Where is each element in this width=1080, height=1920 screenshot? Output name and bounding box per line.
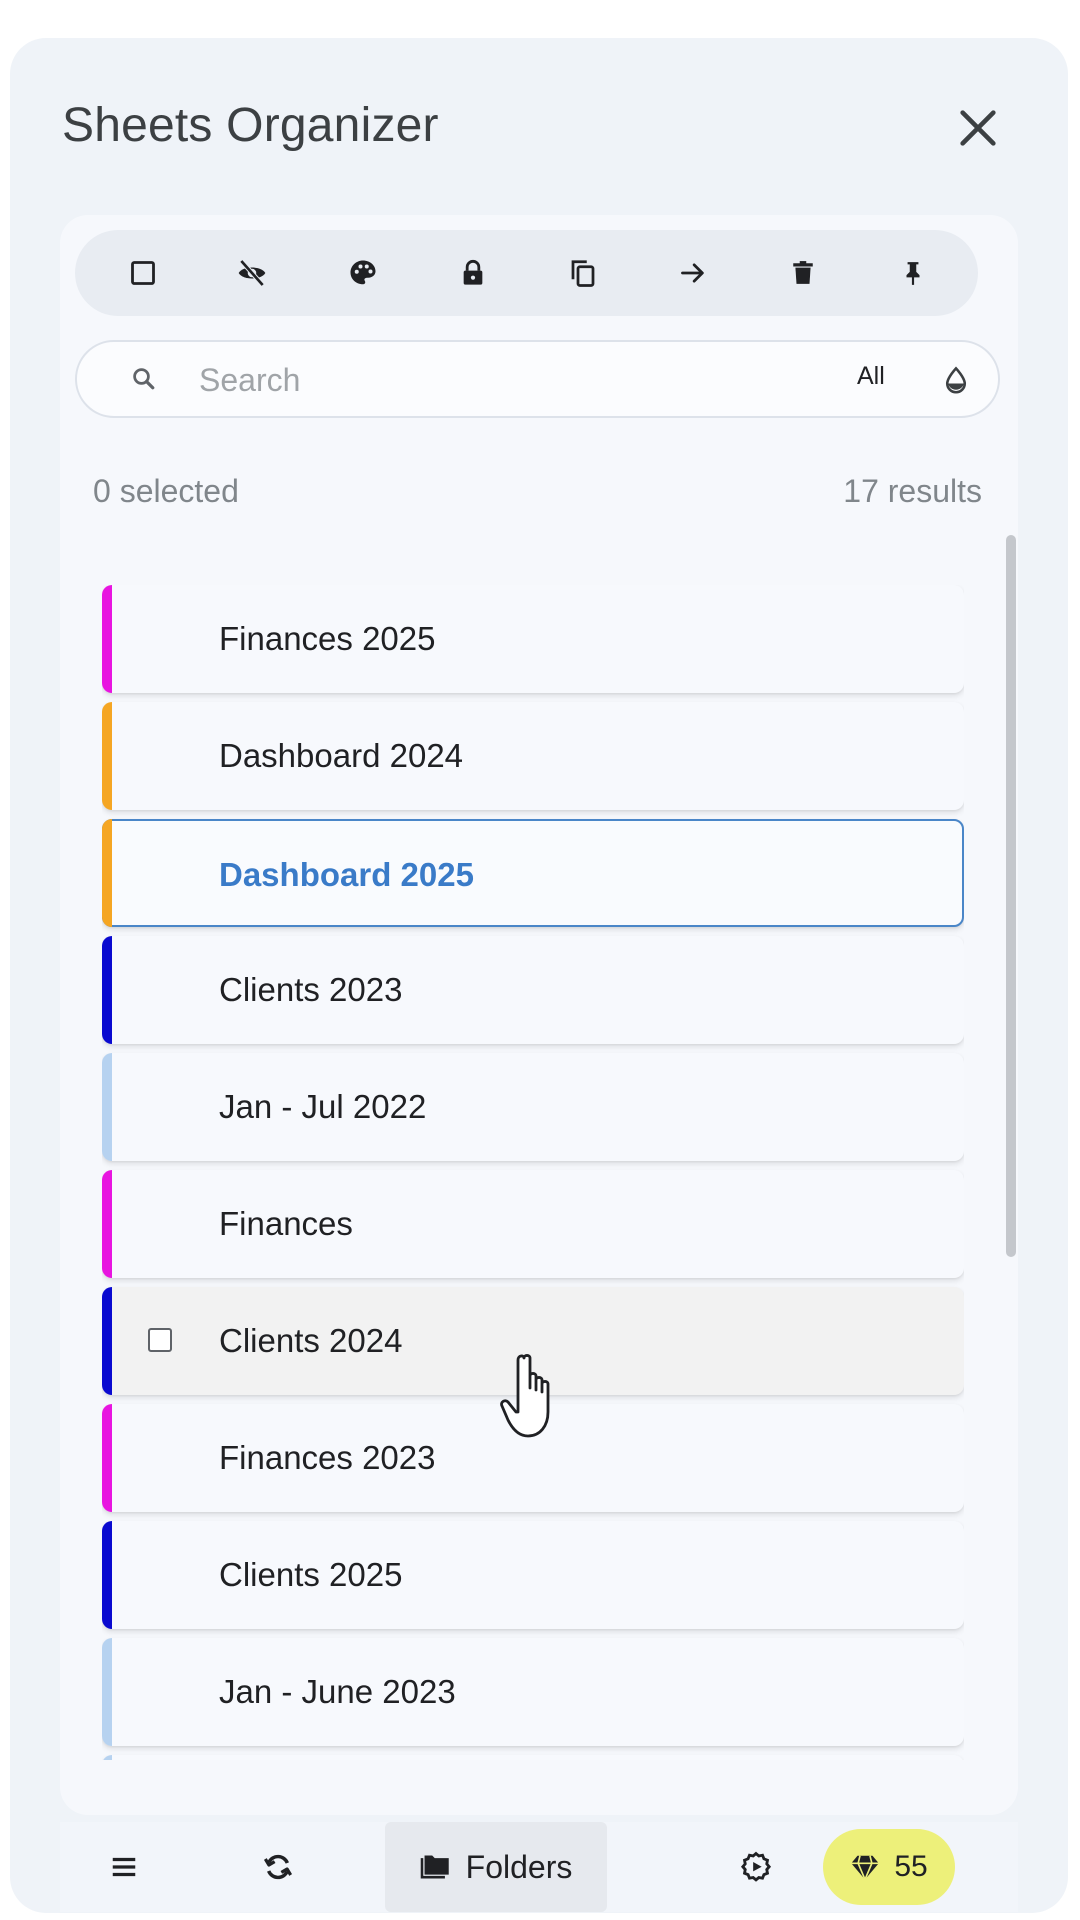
- select-all-button[interactable]: [113, 230, 173, 316]
- sheet-item[interactable]: Finances: [102, 1170, 964, 1278]
- sheet-list: Finances 2025 Dashboard 2024 Dashboard 2…: [102, 585, 964, 1760]
- move-button[interactable]: [663, 230, 723, 316]
- search-bar: All: [75, 340, 1000, 418]
- sheet-name: Clients 2024: [219, 1322, 403, 1359]
- sheet-name: Clients 2023: [219, 971, 403, 1008]
- hide-button[interactable]: [222, 230, 282, 316]
- panel-title: Sheets Organizer: [62, 99, 439, 152]
- sheet-name: Clients 2025: [219, 1556, 403, 1593]
- menu-button[interactable]: [84, 1822, 164, 1912]
- arrow-right-icon: [681, 263, 704, 283]
- sheet-item[interactable]: Jan - June 2023: [102, 1638, 964, 1746]
- refresh-button[interactable]: [238, 1822, 318, 1912]
- selected-count: 0 selected: [93, 473, 239, 509]
- palette-icon: [350, 260, 376, 285]
- settings-icon: [740, 1851, 772, 1882]
- sheet-color-bar: [102, 1404, 112, 1512]
- sheet-color-bar: [102, 936, 112, 1044]
- sheet-name: Jan - Jul 2022: [219, 1088, 427, 1125]
- sheet-name: Jan - June 2023: [219, 1673, 456, 1710]
- credits-badge[interactable]: 55: [823, 1829, 955, 1905]
- close-icon: [960, 110, 996, 146]
- results-count: 17 results: [843, 473, 982, 509]
- settings-button[interactable]: [716, 1822, 796, 1912]
- refresh-icon: [263, 1854, 293, 1880]
- sheet-name: Dashboard 2025: [219, 856, 474, 893]
- color-button[interactable]: [333, 230, 393, 316]
- list-scrollbar[interactable]: [1006, 535, 1016, 1257]
- sheet-item[interactable]: Dashboard 2024: [102, 702, 964, 810]
- sheet-item[interactable]: Clients 2023: [102, 936, 964, 1044]
- sheet-name: Finances 2023: [219, 1439, 436, 1476]
- sheet-color-bar: [102, 1638, 112, 1746]
- menu-icon: [112, 1857, 136, 1877]
- close-button[interactable]: [950, 100, 1006, 156]
- search-input[interactable]: [197, 356, 801, 404]
- bottom-nav: Folders 55: [60, 1822, 1018, 1912]
- diamond-icon: [851, 1855, 880, 1881]
- sheet-color-bar: [102, 702, 112, 810]
- pin-button[interactable]: [883, 230, 943, 316]
- search-icon: [133, 368, 155, 390]
- duplicate-button[interactable]: [553, 230, 613, 316]
- sheet-select-checkbox[interactable]: [148, 1328, 172, 1352]
- folders-label: Folders: [465, 1848, 573, 1885]
- protect-button[interactable]: [443, 230, 503, 316]
- filter-all-label[interactable]: All: [857, 362, 885, 391]
- sheet-name: Finances: [219, 1205, 353, 1242]
- sheet-item[interactable]: Clients 2025: [102, 1521, 964, 1629]
- sheet-color-bar: [102, 1287, 112, 1395]
- lock-icon: [463, 259, 483, 285]
- folders-button[interactable]: Folders: [385, 1822, 607, 1912]
- credits-value: 55: [894, 1850, 928, 1883]
- copy-icon: [571, 260, 595, 287]
- sheet-name: Finances 2025: [219, 620, 436, 657]
- sheet-item[interactable]: [102, 1755, 964, 1760]
- delete-button[interactable]: [773, 230, 833, 316]
- sheet-color-bar: [102, 1521, 112, 1629]
- action-toolbar: [75, 230, 978, 316]
- hand-cursor-icon: [500, 1354, 550, 1438]
- sheet-item-active[interactable]: Dashboard 2025: [102, 819, 964, 927]
- sheet-item[interactable]: Finances 2025: [102, 585, 964, 693]
- pin-icon: [906, 262, 920, 285]
- sheet-item[interactable]: Jan - Jul 2022: [102, 1053, 964, 1161]
- sheet-color-bar: [102, 1053, 112, 1161]
- color-filter-icon[interactable]: [942, 365, 970, 395]
- checkbox-icon: [131, 261, 155, 285]
- folder-icon: [420, 1855, 449, 1879]
- sheet-color-bar: [102, 819, 112, 927]
- sheet-color-bar: [102, 585, 112, 693]
- sheet-name: Dashboard 2024: [219, 737, 464, 774]
- eye-off-icon: [238, 259, 266, 287]
- sheet-color-bar: [102, 1755, 112, 1760]
- sheet-color-bar: [102, 1170, 112, 1278]
- trash-icon: [793, 261, 813, 284]
